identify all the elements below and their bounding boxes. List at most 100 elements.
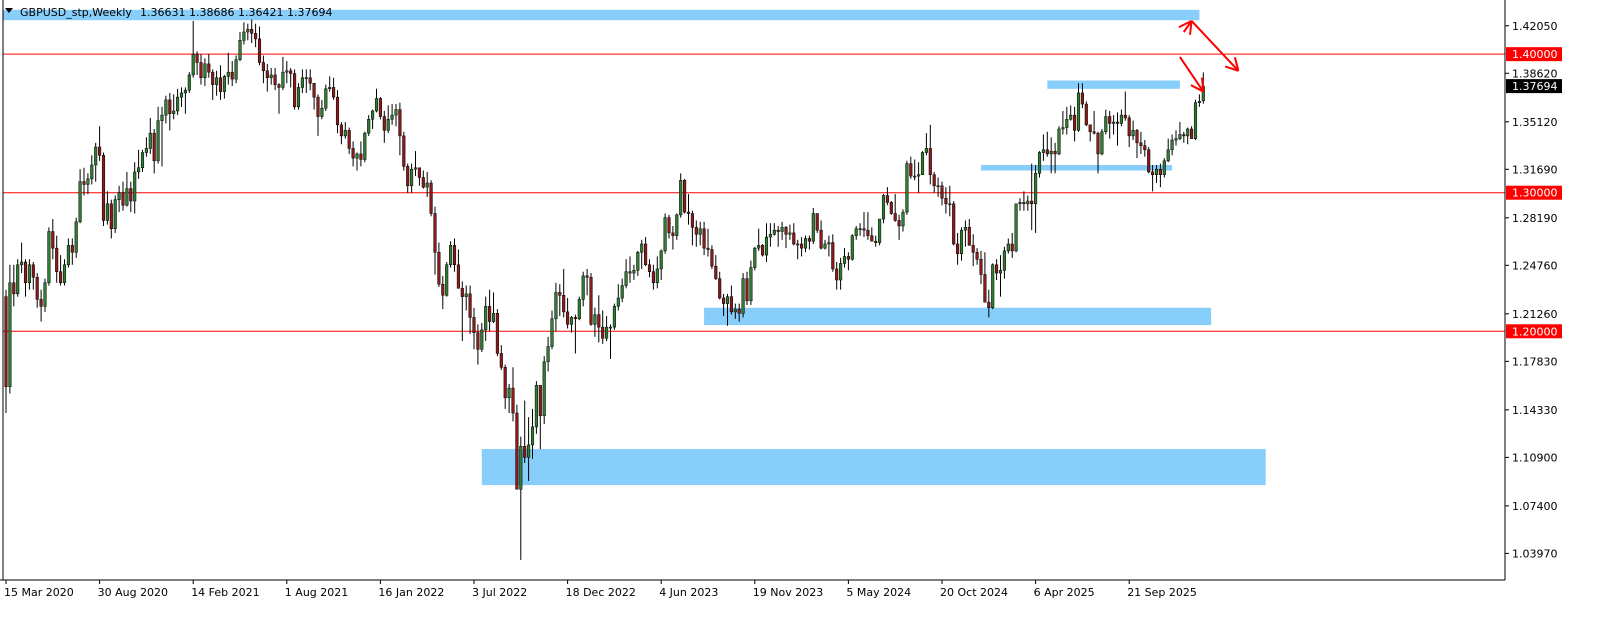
candle-body: [429, 182, 433, 214]
candle-body: [1080, 92, 1084, 105]
candle-body: [421, 177, 425, 188]
candle: [967, 219, 971, 246]
candle: [199, 54, 203, 85]
candle: [780, 221, 784, 240]
candle: [125, 171, 129, 207]
candle: [558, 284, 562, 317]
x-tick-label: 4 Jun 2023: [659, 586, 718, 599]
candle: [27, 259, 31, 290]
candle-body: [1073, 114, 1077, 131]
candle: [437, 242, 441, 287]
candle-body: [683, 180, 687, 213]
candle: [608, 324, 613, 359]
chart-window[interactable]: 1.42050 1.38620 1.35120 1.31690 1.28190 1.247…: [0, 0, 1604, 619]
candle-body: [577, 299, 581, 320]
candle-body: [23, 261, 28, 284]
candle-body: [8, 282, 12, 387]
candle: [566, 298, 570, 329]
candle-body: [519, 446, 523, 490]
candle-body: [768, 234, 772, 238]
candle-body: [979, 258, 983, 275]
candle: [753, 246, 757, 271]
candle: [148, 117, 152, 154]
candle: [581, 271, 585, 307]
candle-body: [924, 148, 928, 153]
zone-rect[interactable]: [481, 449, 1266, 486]
x-tick-label: 3 Jul 2022: [472, 586, 527, 599]
candle-body: [846, 256, 850, 260]
candle-body: [347, 130, 351, 149]
candle: [991, 263, 995, 310]
candle: [98, 126, 102, 161]
candle-body: [870, 235, 874, 242]
candle-body: [339, 124, 343, 137]
candle-body: [1115, 121, 1120, 124]
zone-rect[interactable]: [981, 165, 1173, 171]
zone-rect[interactable]: [704, 307, 1212, 326]
candle: [749, 260, 753, 305]
candle: [62, 259, 67, 286]
candle-body: [222, 76, 226, 92]
levels-layer: [3, 53, 1505, 332]
candle: [858, 223, 862, 236]
candle: [698, 221, 702, 246]
candle: [359, 141, 363, 167]
y-tick-label: 1.21260: [1512, 308, 1558, 321]
candle: [823, 239, 827, 250]
candle: [386, 105, 390, 134]
candle-body: [1010, 243, 1014, 252]
candle-body: [140, 152, 145, 169]
candle: [113, 195, 117, 233]
candle: [339, 122, 343, 145]
candle-body: [359, 153, 363, 160]
candle: [35, 273, 39, 308]
candle: [714, 255, 718, 281]
arrow-drawing[interactable]: [1178, 20, 1193, 35]
arrow-drawing[interactable]: [1179, 56, 1205, 93]
candle: [644, 237, 648, 267]
candle: [554, 282, 558, 332]
arrow-head[interactable]: [1200, 77, 1205, 92]
candle-body: [363, 132, 367, 160]
arrow-drawing[interactable]: [1190, 20, 1240, 72]
candle: [1002, 246, 1006, 279]
candle: [1076, 83, 1081, 132]
candle-body: [835, 268, 839, 281]
zone-rect[interactable]: [1047, 80, 1180, 89]
candle-body: [101, 155, 106, 221]
candle-body: [944, 198, 948, 205]
candle: [546, 336, 550, 372]
candle-body: [234, 59, 238, 80]
candle-body: [983, 274, 987, 303]
candle-body: [605, 326, 609, 339]
candle-body: [172, 110, 176, 114]
candle: [647, 259, 652, 278]
candle: [788, 224, 792, 240]
candle-body: [920, 152, 925, 175]
candle: [234, 55, 238, 84]
candle-body: [761, 245, 765, 256]
candle: [1123, 91, 1127, 121]
candle-body: [601, 326, 605, 339]
candle: [550, 310, 554, 350]
candle: [803, 235, 808, 253]
candle-body: [117, 192, 121, 200]
candlestick-chart[interactable]: 1.42050 1.38620 1.35120 1.31690 1.28190 1.247…: [0, 0, 1604, 619]
candle: [507, 383, 511, 414]
candle: [218, 65, 223, 100]
candle: [1166, 138, 1170, 163]
candle-body: [168, 99, 172, 114]
candle: [152, 128, 156, 174]
candle: [429, 180, 433, 217]
candle-body: [82, 181, 86, 185]
candle-body: [616, 297, 620, 307]
candle-body: [226, 71, 230, 77]
candle-body: [269, 74, 273, 78]
arrow-shaft[interactable]: [1190, 20, 1240, 72]
candle-body: [1002, 250, 1006, 271]
candle-body: [1104, 116, 1108, 133]
candle: [394, 104, 398, 127]
candle-body: [445, 264, 449, 296]
candle: [398, 102, 402, 156]
candle: [371, 109, 375, 129]
